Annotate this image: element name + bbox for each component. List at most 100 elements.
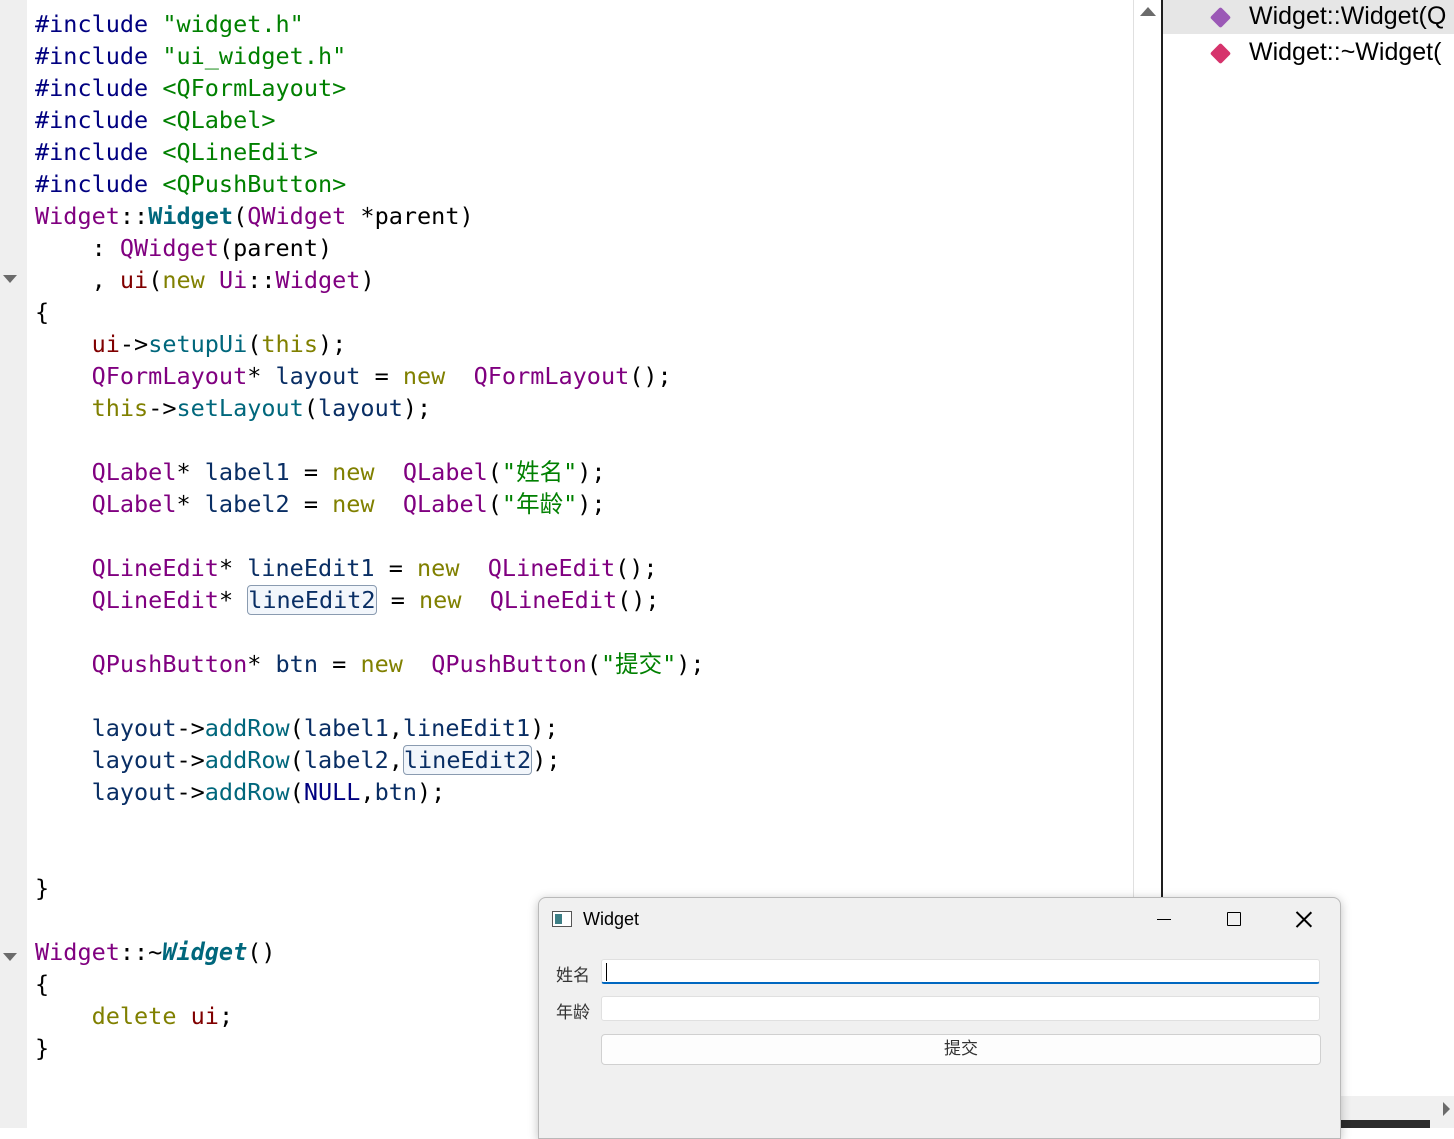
- code-line: ui->setupUi(this);: [35, 328, 705, 360]
- code-token: (: [247, 330, 262, 358]
- code-line: #include "widget.h": [35, 8, 705, 40]
- code-token: );: [577, 458, 606, 486]
- code-token: this: [261, 330, 318, 358]
- editor-gutter: [0, 0, 27, 1128]
- code-line: {: [35, 296, 705, 328]
- code-token: );: [676, 650, 705, 678]
- code-token: QLineEdit: [91, 586, 219, 614]
- method-icon: [1209, 42, 1232, 65]
- fold-arrow-icon[interactable]: [3, 275, 17, 283]
- code-token: #include: [35, 42, 163, 70]
- minimize-button[interactable]: [1131, 898, 1199, 942]
- widget-window: Widget 姓名 年龄 提交: [538, 897, 1341, 1139]
- code-token: ui: [119, 266, 149, 294]
- code-token: new: [332, 490, 375, 518]
- code-token: ui: [91, 330, 120, 358]
- code-line: #include <QLabel>: [35, 104, 705, 136]
- code-token: {: [35, 970, 50, 998]
- outline-item-label: Widget::~Widget(: [1249, 38, 1442, 66]
- code-token: delete: [91, 1002, 177, 1030]
- scroll-right-arrow-icon[interactable]: [1443, 1102, 1450, 1116]
- code-token: *: [176, 458, 205, 486]
- code-token: QPushButton: [91, 650, 248, 678]
- code-token: layout: [275, 362, 361, 390]
- code-token: ->: [176, 746, 205, 774]
- maximize-icon: [1227, 912, 1241, 926]
- code-token: ->: [176, 714, 205, 742]
- name-input[interactable]: [601, 959, 1320, 984]
- code-token: lineEdit1: [247, 554, 375, 582]
- code-token: layout: [91, 778, 177, 806]
- code-token: ::: [247, 266, 276, 294]
- code-token: }: [35, 1034, 50, 1062]
- name-label: 姓名: [556, 966, 590, 986]
- code-token: QLineEdit: [487, 554, 616, 582]
- code-token: layout: [317, 394, 403, 422]
- code-token: (: [289, 746, 304, 774]
- close-button[interactable]: [1270, 898, 1338, 942]
- code-token: ,: [35, 266, 120, 294]
- code-token: label2: [303, 746, 389, 774]
- code-token: QLineEdit: [91, 554, 219, 582]
- code-line: QPushButton* btn = new QPushButton("提交")…: [35, 648, 705, 680]
- code-token: {: [35, 298, 50, 326]
- code-line: QLabel* label1 = new QLabel("姓名");: [35, 456, 705, 488]
- age-input[interactable]: [601, 996, 1320, 1021]
- code-token: (: [303, 394, 318, 422]
- code-token: (: [289, 714, 304, 742]
- scrollbar-thumb[interactable]: [1340, 1120, 1430, 1128]
- code-token: lineEdit2: [402, 745, 533, 775]
- code-token: "年龄": [501, 490, 578, 518]
- code-token: QFormLayout: [473, 362, 630, 390]
- code-token: "姓名": [501, 458, 578, 486]
- code-token: #include: [35, 106, 163, 134]
- window-titlebar[interactable]: Widget: [539, 898, 1340, 942]
- method-icon: [1209, 6, 1232, 29]
- close-icon: [1294, 909, 1314, 929]
- code-token: =: [289, 458, 333, 486]
- code-token: ->: [119, 330, 149, 358]
- code-token: addRow: [204, 778, 290, 806]
- outline-item-destructor[interactable]: Widget::~Widget(: [1163, 36, 1454, 72]
- code-token: btn: [374, 778, 418, 806]
- code-token: *: [247, 362, 276, 390]
- code-token: new: [419, 586, 462, 614]
- code-token: );: [417, 778, 446, 806]
- submit-button[interactable]: 提交: [601, 1034, 1321, 1065]
- code-token: layout: [91, 746, 177, 774]
- code-token: label1: [204, 458, 290, 486]
- code-token: ,: [388, 746, 403, 774]
- code-token: label2: [204, 490, 290, 518]
- fold-arrow-icon[interactable]: [3, 953, 17, 961]
- maximize-button[interactable]: [1200, 898, 1268, 942]
- code-token: (): [247, 938, 276, 966]
- outline-item-constructor[interactable]: Widget::Widget(Q: [1163, 0, 1454, 36]
- code-token: QLabel: [91, 458, 177, 486]
- code-token: );: [532, 746, 561, 774]
- code-token: =: [289, 490, 333, 518]
- code-token: }: [35, 874, 50, 902]
- code-token: #include: [35, 138, 163, 166]
- code-token: );: [577, 490, 606, 518]
- code-token: "ui_widget.h": [162, 42, 347, 70]
- code-line: this->setLayout(layout);: [35, 392, 705, 424]
- scroll-up-arrow-icon[interactable]: [1140, 7, 1156, 16]
- code-token: =: [374, 554, 418, 582]
- outline-item-label: Widget::Widget(Q: [1249, 2, 1447, 30]
- code-line: , ui(new Ui::Widget): [35, 264, 705, 296]
- code-token: Widget: [162, 938, 248, 966]
- app-window-icon: [552, 911, 572, 927]
- code-token: this: [91, 394, 149, 422]
- code-line: QLineEdit* lineEdit2 = new QLineEdit();: [35, 584, 705, 616]
- code-token: ();: [629, 362, 672, 390]
- code-token: (: [289, 778, 304, 806]
